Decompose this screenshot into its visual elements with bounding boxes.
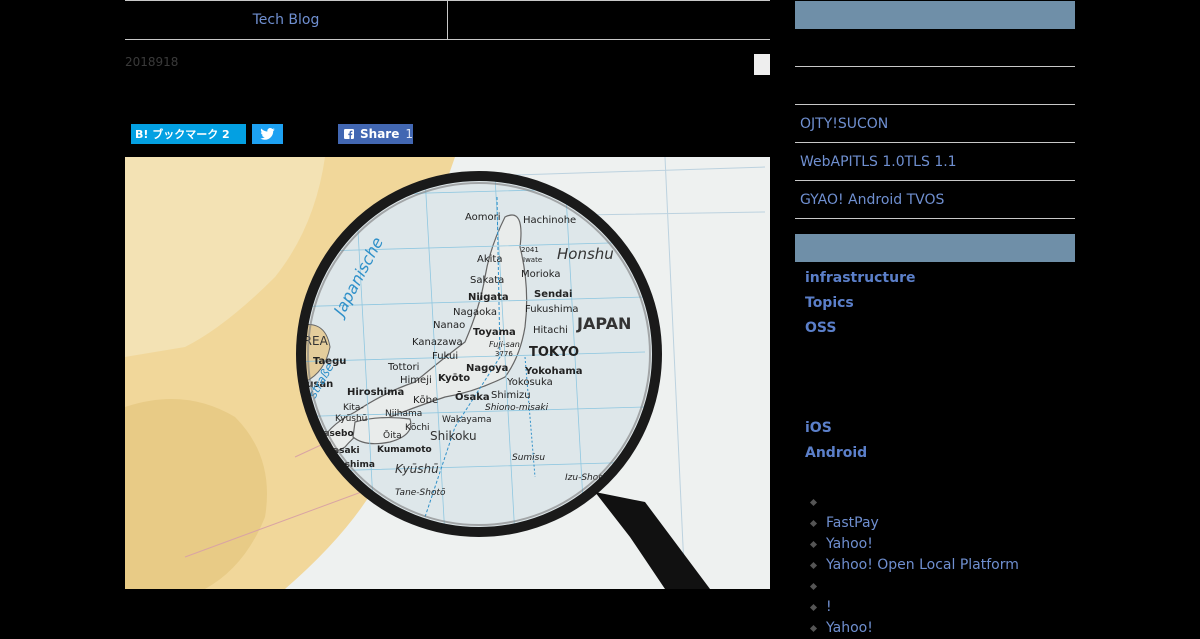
svg-text:Nagaoka: Nagaoka — [453, 307, 497, 318]
svg-text:Kōbe: Kōbe — [413, 395, 438, 406]
svg-text:Tottori: Tottori — [387, 362, 419, 373]
svg-text:Hitachi: Hitachi — [533, 325, 568, 336]
svg-text:Honshu: Honshu — [557, 245, 614, 263]
svg-text:Akita: Akita — [477, 254, 502, 265]
svg-text:Fukushima: Fukushima — [525, 304, 579, 315]
svg-text:Hachinohe: Hachinohe — [523, 215, 576, 226]
svg-text:Niihama: Niihama — [385, 409, 422, 419]
svg-text:Himeji: Himeji — [400, 375, 432, 386]
svg-text:Shiono-misaki: Shiono-misaki — [485, 403, 549, 413]
svg-text:Nanao: Nanao — [433, 320, 465, 331]
recent-post-link-1[interactable]: OJTY!SUCON — [795, 105, 1075, 143]
svg-text:Shimizu: Shimizu — [491, 390, 531, 401]
svg-text:Kumamoto: Kumamoto — [377, 445, 432, 455]
svg-text:Shikoku: Shikoku — [430, 429, 477, 443]
svg-text:Morioka: Morioka — [521, 269, 561, 280]
nav-tech-blog-link[interactable]: Tech Blog — [125, 1, 447, 39]
svg-text:Kyūshū: Kyūshū — [335, 414, 367, 424]
category-link-topics[interactable]: Topics — [795, 291, 1075, 316]
svg-text:Niigata: Niigata — [468, 292, 509, 303]
facebook-share-label: Share — [360, 127, 400, 141]
tag-item[interactable] — [795, 576, 1075, 597]
svg-text:Toyama: Toyama — [473, 327, 516, 338]
svg-text:JAPAN: JAPAN — [576, 314, 631, 333]
twitter-share-button[interactable] — [252, 124, 283, 144]
map-illustration: Aomori Hachinohe Honshu Akita 2041 Iwate… — [125, 157, 770, 589]
sidebar-section-bar-2 — [795, 234, 1075, 262]
category-link-infrastructure[interactable]: infrastructure — [795, 266, 1075, 291]
category-link-oss[interactable]: OSS — [795, 316, 1075, 341]
tag-item[interactable]: Yahoo! Open Local Platform — [795, 555, 1075, 576]
svg-text:Tane-Shotō: Tane-Shotō — [395, 488, 446, 498]
svg-text:Wakayama: Wakayama — [442, 415, 492, 425]
small-square-button[interactable] — [754, 54, 770, 75]
sidebar-section-bar-1 — [795, 1, 1075, 29]
recent-post-link-3[interactable]: GYAO! Android TVOS — [795, 181, 1075, 219]
post-date: 2018918 — [125, 55, 179, 69]
category-link-ios[interactable]: iOS — [795, 416, 1075, 441]
tag-item[interactable]: ! — [795, 597, 1075, 618]
sidebar-divider-2 — [795, 67, 1075, 105]
twitter-bird-icon — [260, 128, 275, 140]
tag-list: FastPay Yahoo! Yahoo! Open Local Platfor… — [795, 492, 1075, 639]
svg-text:Sakata: Sakata — [470, 275, 504, 286]
sidebar: OJTY!SUCON WebAPITLS 1.0TLS 1.1 GYAO! An… — [795, 0, 1075, 639]
svg-text:Iwate: Iwate — [523, 256, 542, 264]
svg-text:Kyūshū: Kyūshū — [395, 462, 439, 476]
svg-text:Sumisu: Sumisu — [512, 453, 545, 463]
svg-text:Kanazawa: Kanazawa — [412, 337, 463, 348]
facebook-share-count: 1 — [405, 127, 413, 141]
recent-post-link-2[interactable]: WebAPITLS 1.0TLS 1.1 — [795, 143, 1075, 181]
hatena-bookmark-button[interactable]: B! ブックマーク 2 — [131, 124, 246, 144]
facebook-share-button[interactable]: Share 1 — [338, 124, 413, 144]
svg-text:TOKYO: TOKYO — [529, 345, 579, 360]
svg-text:Ōita: Ōita — [383, 430, 402, 441]
svg-text:Fukui: Fukui — [432, 351, 458, 362]
tag-item[interactable]: Yahoo! — [795, 618, 1075, 639]
hero-image-map-magnifier: Aomori Hachinohe Honshu Akita 2041 Iwate… — [125, 157, 770, 589]
facebook-icon — [344, 128, 355, 140]
svg-text:Kōchi: Kōchi — [405, 423, 430, 433]
svg-text:Yokohama: Yokohama — [524, 366, 582, 377]
tag-item[interactable] — [795, 492, 1075, 513]
sidebar-divider-1 — [795, 29, 1075, 67]
tag-item[interactable]: FastPay — [795, 513, 1075, 534]
svg-text:Sendai: Sendai — [534, 289, 572, 300]
svg-text:3776: 3776 — [495, 350, 513, 358]
svg-text:Ōsaka: Ōsaka — [455, 390, 490, 403]
svg-text:Fuji-san: Fuji-san — [489, 340, 520, 349]
nav-right-link[interactable] — [447, 1, 770, 39]
svg-text:Kita-: Kita- — [343, 403, 364, 413]
svg-text:Hiroshima: Hiroshima — [347, 387, 404, 398]
svg-text:Yokosuka: Yokosuka — [506, 377, 553, 388]
svg-text:2041: 2041 — [521, 246, 539, 254]
svg-text:Kyōto: Kyōto — [438, 373, 470, 384]
svg-text:Aomori: Aomori — [465, 212, 501, 223]
category-link-android[interactable]: Android — [795, 441, 1075, 466]
tag-item[interactable]: Yahoo! — [795, 534, 1075, 555]
svg-text:Nagoya: Nagoya — [466, 363, 508, 374]
top-nav: Tech Blog — [125, 0, 770, 40]
